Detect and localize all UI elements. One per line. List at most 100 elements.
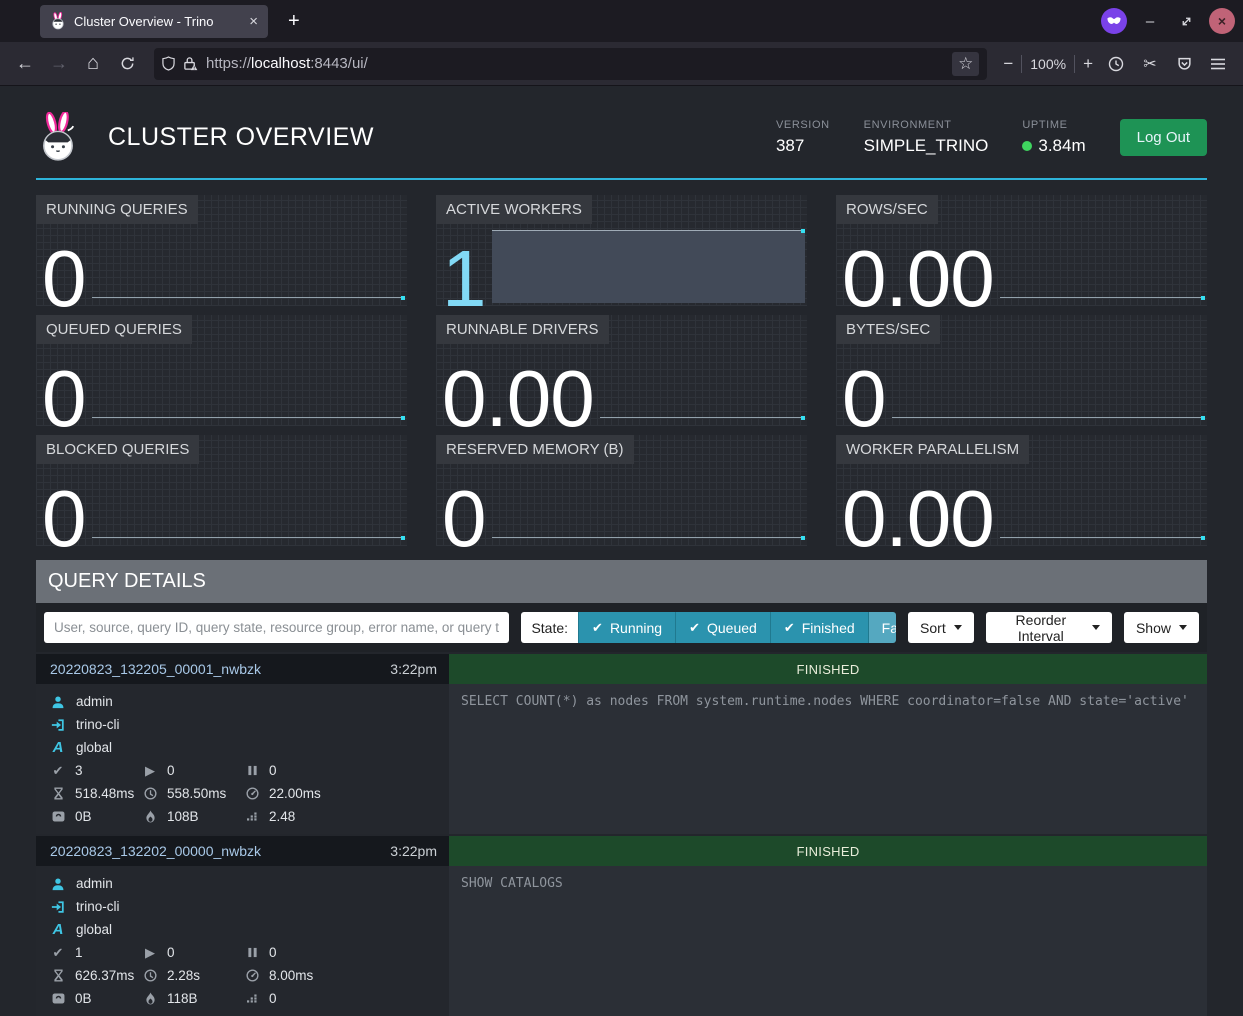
reorder-interval-dropdown[interactable]: Reorder Interval xyxy=(986,612,1112,643)
wall-time-hourglass-icon xyxy=(50,969,66,982)
sparkline xyxy=(492,537,806,539)
query-details-title: QUERY DETAILS xyxy=(36,560,1207,603)
query-stats-panel: admin trino-cli Aglobal ✔3 ▶0 0 518.48ms… xyxy=(36,684,449,834)
zoom-in-button[interactable]: + xyxy=(1083,54,1093,74)
metric-value: 0.00 xyxy=(842,246,994,312)
query-resource-group: global xyxy=(76,922,112,937)
restore-button[interactable] xyxy=(1173,8,1199,34)
window-controls: – × xyxy=(1101,0,1235,42)
zoom-out-button[interactable]: − xyxy=(1003,54,1013,74)
query-time: 3:22pm xyxy=(390,661,437,677)
uptime-stat: UPTIME 3.84m xyxy=(1022,119,1085,156)
current-memory: 0B xyxy=(75,809,92,824)
environment-label: ENVIRONMENT xyxy=(864,119,989,131)
trino-logo xyxy=(36,112,80,162)
bookmark-star-icon[interactable]: ☆ xyxy=(952,52,979,76)
queued-splits: 0 xyxy=(269,763,277,778)
metric-label: BYTES/SEC xyxy=(836,315,940,344)
source-sign-in-icon xyxy=(50,718,66,732)
sparkline xyxy=(492,230,806,303)
show-dropdown[interactable]: Show xyxy=(1124,612,1199,643)
metric-card-worker-parallelism: WORKER PARALLELISM 0.00 xyxy=(836,435,1207,546)
cpu-time-gauge-icon xyxy=(244,969,260,982)
queued-splits-pause-icon xyxy=(244,947,260,958)
query-sql-text: SELECT COUNT(*) as nodes FROM system.run… xyxy=(449,684,1207,834)
sparkline xyxy=(1000,537,1205,539)
metric-label: RUNNABLE DRIVERS xyxy=(436,315,609,344)
logout-button[interactable]: Log Out xyxy=(1120,119,1207,156)
filter-finished-button[interactable]: ✔Finished xyxy=(770,612,868,643)
queued-splits-pause-icon xyxy=(244,765,260,776)
query-stats-panel: admin trino-cli Aglobal ✔1 ▶0 0 626.37ms… xyxy=(36,866,449,1016)
zoom-level[interactable]: 100% xyxy=(1030,56,1066,72)
query-filter-toolbar: State: ✔Running ✔Queued ✔Finished Failed… xyxy=(36,603,1207,652)
metric-card-blocked-queries: BLOCKED QUERIES 0 xyxy=(36,435,407,546)
query-row: 20220823_132202_00000_nwbzk 3:22pm FINIS… xyxy=(36,836,1207,1016)
forward-button[interactable]: → xyxy=(44,49,74,79)
query-sql-text: SHOW CATALOGS xyxy=(449,866,1207,1016)
reload-button[interactable] xyxy=(112,49,142,79)
check-icon: ✔ xyxy=(784,620,795,636)
sort-dropdown[interactable]: Sort xyxy=(908,612,974,643)
peak-memory: 108B xyxy=(167,809,199,824)
query-search-input[interactable] xyxy=(44,612,509,643)
elapsed-time-clock-icon xyxy=(142,969,158,982)
url-bar[interactable]: https://localhost:8443/ui/ ☆ xyxy=(154,48,987,80)
metric-label: ACTIVE WORKERS xyxy=(436,195,592,224)
query-id-link[interactable]: 20220823_132202_00000_nwbzk xyxy=(50,843,261,859)
current-memory: 0B xyxy=(75,991,92,1006)
close-window-button[interactable]: × xyxy=(1209,8,1235,34)
url-text[interactable]: https://localhost:8443/ui/ xyxy=(206,55,944,72)
metric-label: BLOCKED QUERIES xyxy=(36,435,199,464)
completed-splits-icon: ✔ xyxy=(50,763,66,779)
query-resource-group: global xyxy=(76,740,112,755)
filter-running-button[interactable]: ✔Running xyxy=(578,612,675,643)
private-browsing-mask-icon xyxy=(1101,8,1127,34)
new-tab-button[interactable]: + xyxy=(280,8,308,35)
metric-card-bytes-sec: BYTES/SEC 0 xyxy=(836,315,1207,426)
query-id-link[interactable]: 20220823_132205_00001_nwbzk xyxy=(50,661,261,677)
chevron-down-icon xyxy=(1179,625,1187,630)
running-splits: 0 xyxy=(167,763,175,778)
cumulative-memory: 0 xyxy=(269,991,277,1006)
pocket-icon[interactable] xyxy=(1169,49,1199,79)
metric-label: WORKER PARALLELISM xyxy=(836,435,1029,464)
cpu-time-gauge-icon xyxy=(244,787,260,800)
tab-close-icon[interactable]: × xyxy=(247,13,260,30)
sparkline xyxy=(92,537,406,539)
separator xyxy=(1021,55,1022,73)
sparkline xyxy=(600,417,805,419)
browser-chrome: Cluster Overview - Trino × + – × ← → ⌂ xyxy=(0,0,1243,86)
menu-hamburger-icon[interactable] xyxy=(1203,49,1233,79)
sparkline xyxy=(92,417,406,419)
sparkline xyxy=(92,297,406,299)
history-clock-icon[interactable] xyxy=(1101,49,1131,79)
queued-splits: 0 xyxy=(269,945,277,960)
filter-failed-dropdown[interactable]: Failed xyxy=(868,612,896,643)
query-source: trino-cli xyxy=(76,717,120,732)
elapsed-time: 2.28s xyxy=(167,968,200,983)
metric-value: 0.00 xyxy=(442,366,594,432)
running-splits-play-icon: ▶ xyxy=(142,763,158,779)
filter-queued-button[interactable]: ✔Queued xyxy=(675,612,770,643)
version-value: 387 xyxy=(776,136,830,156)
peak-memory-flame-icon xyxy=(142,992,158,1005)
lock-warning-icon[interactable] xyxy=(183,56,198,71)
back-button[interactable]: ← xyxy=(10,49,40,79)
browser-tab[interactable]: Cluster Overview - Trino × xyxy=(40,5,268,38)
current-memory-scale-icon xyxy=(50,993,66,1004)
metric-card-runnable-drivers: RUNNABLE DRIVERS 0.00 xyxy=(436,315,807,426)
home-button[interactable]: ⌂ xyxy=(78,49,108,79)
environment-value: SIMPLE_TRINO xyxy=(864,136,989,156)
chevron-down-icon xyxy=(954,625,962,630)
screenshot-scissors-icon[interactable]: ✂ xyxy=(1135,49,1165,79)
elapsed-time-clock-icon xyxy=(142,787,158,800)
check-icon: ✔ xyxy=(689,620,700,636)
minimize-button[interactable]: – xyxy=(1137,8,1163,34)
environment-stat: ENVIRONMENT SIMPLE_TRINO xyxy=(864,119,989,156)
user-icon xyxy=(50,877,66,891)
completed-splits-icon: ✔ xyxy=(50,945,66,961)
user-icon xyxy=(50,695,66,709)
resource-group-icon: A xyxy=(50,921,66,938)
shield-icon[interactable] xyxy=(162,56,175,71)
